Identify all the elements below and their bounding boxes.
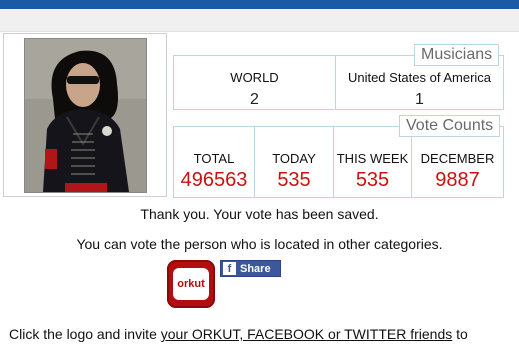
vote-label-total: TOTAL [193, 151, 235, 166]
header-strip [0, 9, 519, 32]
vote-counts-title: Vote Counts [399, 115, 501, 137]
artist-photo [24, 38, 147, 193]
orkut-icon: orkut [173, 268, 209, 300]
top-bar [0, 0, 519, 9]
world-rank: 2 [250, 91, 259, 108]
musicians-title: Musicians [414, 44, 500, 66]
facebook-share-label: Share [240, 262, 271, 275]
vote-col-week: THIS WEEK 535 [333, 127, 411, 197]
vote-col-month: DECEMBER 9887 [411, 127, 503, 197]
invite-text: Click the logo and invite your ORKUT, FA… [9, 326, 468, 342]
facebook-share-button[interactable]: f Share [220, 260, 281, 277]
country-label: United States of America [347, 70, 492, 85]
orkut-share-logo[interactable]: orkut [167, 260, 215, 308]
vote-saved-message: Thank you. Your vote has been saved. [140, 206, 379, 222]
facebook-icon: f [223, 262, 236, 275]
vote-label-month: DECEMBER [420, 151, 495, 166]
invite-prefix: Click the logo and invite [9, 326, 161, 342]
country-rank: 1 [415, 91, 424, 108]
vote-value-month: 9887 [435, 169, 480, 191]
other-categories-message: You can vote the person who is located i… [76, 236, 443, 252]
world-cell: WORLD 2 [174, 56, 335, 109]
vote-value-week: 535 [355, 169, 390, 191]
invite-suffix: to [452, 326, 468, 342]
artist-photo-image [25, 39, 146, 192]
vote-label-today: TODAY [272, 151, 316, 166]
vote-value-total: 496563 [180, 169, 248, 191]
vote-col-today: TODAY 535 [254, 127, 333, 197]
vote-col-total: TOTAL 496563 [174, 127, 254, 197]
world-label: WORLD [230, 70, 279, 85]
artist-photo-frame [3, 33, 167, 197]
vote-value-today: 535 [277, 169, 311, 191]
invite-friends-link[interactable]: your ORKUT, FACEBOOK or TWITTER friends [161, 326, 452, 342]
vote-label-week: THIS WEEK [336, 151, 409, 166]
